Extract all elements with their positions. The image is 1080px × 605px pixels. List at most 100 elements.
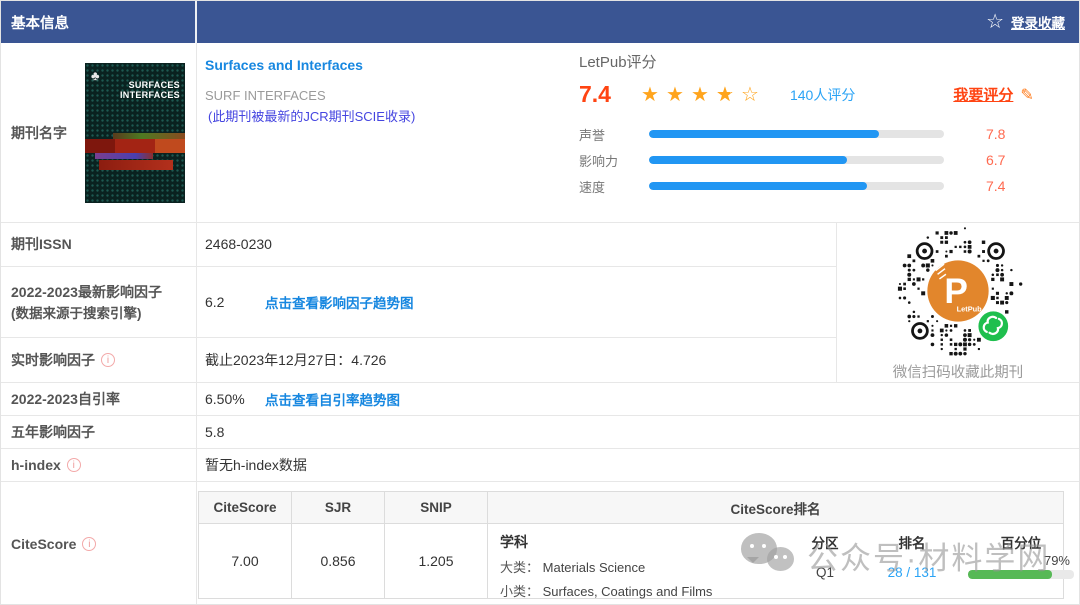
pencil-icon: ✎ — [1020, 86, 1034, 104]
five-year-if-row: 五年影响因子 5.8 — [1, 416, 1079, 449]
page-title: 基本信息 — [1, 1, 197, 43]
subject-title: 学科 — [500, 534, 528, 550]
self-citation-value: 6.50% — [205, 391, 245, 407]
major-category-label: 大类： — [500, 560, 540, 575]
journal-name-label: 期刊名字 — [11, 124, 67, 141]
wechat-qr-cell: P LetPub 微信扫码收藏此期刊 — [836, 223, 1079, 382]
quartile-column: 分区 Q1 — [790, 532, 860, 580]
percentile-text: 79% — [1043, 553, 1070, 568]
qr-code: P LetPub — [897, 227, 1023, 356]
realtime-if-row: 实时影响因子 i 截止2023年12月27日：4.726 — [1, 338, 836, 382]
rating-bar-row: 影响力 6.7 — [579, 147, 1069, 173]
issn-label: 期刊ISSN — [1, 223, 197, 266]
col-header-snip: SNIP — [385, 492, 488, 523]
percentile-fill — [968, 570, 1052, 579]
journal-title-link[interactable]: Surfaces and Interfaces — [205, 57, 415, 73]
cover-art-band — [99, 159, 173, 170]
wechat-miniprogram-icon — [976, 309, 1010, 343]
qr-position-marker — [911, 322, 929, 340]
journal-name-label-cell: 期刊名字 ♣ SURFACES INTERFACES — [1, 43, 197, 222]
cover-art-stripe — [95, 152, 153, 159]
bar-label: 速度 — [579, 179, 606, 195]
bar-fill — [649, 130, 880, 138]
bar-fill — [649, 156, 847, 164]
minor-category-label: 小类： — [500, 584, 540, 599]
journal-info-page: 基本信息 ☆ 登录收藏 期刊名字 ♣ SURFACES INTERFACES S… — [0, 0, 1080, 605]
citescore-content: CiteScore SJR SNIP CiteScore排名 7.00 0.85… — [197, 482, 1079, 604]
five-year-if-value: 5.8 — [205, 424, 225, 440]
self-citation-row: 2022-2023自引率 6.50% 点击查看自引率趋势图 — [1, 383, 1079, 416]
five-year-if-label: 五年影响因子 — [1, 416, 197, 448]
sjr-value: 0.856 — [292, 524, 385, 598]
header-bar: 基本信息 ☆ 登录收藏 — [1, 1, 1079, 43]
impact-factor-value: 6.2 — [205, 294, 225, 310]
bar-value: 7.4 — [986, 178, 1006, 194]
rating-bar-row: 声誉 7.8 — [579, 121, 1069, 147]
votes-count-link[interactable]: 140人评分 — [790, 85, 855, 105]
impact-factor-trend-link[interactable]: 点击查看影响因子趋势图 — [265, 292, 414, 312]
cover-title-text: SURFACES INTERFACES — [119, 79, 180, 101]
snip-value: 1.205 — [385, 524, 488, 598]
impact-factor-row: 2022-2023最新影响因子 (数据来源于搜索引擎) 6.2 点击查看影响因子… — [1, 266, 836, 339]
realtime-if-value: 截止2023年12月27日：4.726 — [205, 352, 387, 369]
self-citation-content: 6.50% 点击查看自引率趋势图 — [197, 383, 1079, 415]
minor-category-value: Surfaces, Coatings and Films — [542, 584, 713, 599]
bar-value: 7.8 — [986, 126, 1006, 142]
login-favorite-label: 登录收藏 — [1011, 16, 1065, 31]
rank-column: 排名 28 / 131 — [868, 532, 956, 580]
bar-value: 6.7 — [986, 152, 1006, 168]
citescore-value: 7.00 — [199, 524, 292, 598]
rate-button[interactable]: 我要评分 — [953, 84, 1013, 105]
middle-rows-wrap: 期刊ISSN 2468-0230 2022-2023最新影响因子 (数据来源于搜… — [1, 223, 1079, 383]
scie-indexed-note: (此期刊被最新的JCR期刊SCIE收录) — [208, 109, 416, 124]
rank-value-link[interactable]: 28 / 131 — [868, 565, 956, 580]
bar-label: 声誉 — [579, 127, 606, 143]
issn-value: 2468-0230 — [205, 236, 272, 253]
info-icon[interactable]: i — [101, 353, 115, 368]
quartile-value: Q1 — [815, 565, 834, 580]
impact-factor-content: 6.2 点击查看影响因子趋势图 — [197, 267, 836, 338]
self-citation-trend-link[interactable]: 点击查看自引率趋势图 — [265, 389, 400, 409]
rating-section-title: LetPub评分 — [579, 54, 657, 71]
bar-track — [649, 156, 944, 164]
svg-text:LetPub: LetPub — [957, 304, 983, 313]
bar-label: 影响力 — [579, 153, 619, 169]
realtime-if-label: 实时影响因子 i — [1, 338, 197, 382]
impact-factor-label: 2022-2023最新影响因子 (数据来源于搜索引擎) — [1, 266, 197, 338]
qr-caption: 微信扫码收藏此期刊 — [892, 365, 1024, 381]
journal-name-content-cell: Surfaces and Interfaces SURF INTERFACES … — [197, 43, 1079, 222]
qr-position-marker — [915, 242, 934, 260]
qr-position-marker — [987, 242, 1005, 260]
journal-cover-image: ♣ SURFACES INTERFACES — [85, 62, 185, 203]
h-index-label: h-index i — [1, 449, 197, 481]
citescore-table: CiteScore SJR SNIP CiteScore排名 7.00 0.85… — [198, 491, 1074, 600]
bar-track — [649, 182, 944, 190]
login-favorite-link[interactable]: ☆ 登录收藏 — [986, 12, 1079, 32]
h-index-row: h-index i 暂无h-index数据 — [1, 449, 1079, 482]
cover-art-band — [85, 138, 185, 153]
info-icon[interactable]: i — [82, 537, 97, 551]
citescore-label: CiteScore i — [1, 482, 197, 604]
bar-fill — [649, 182, 868, 190]
col-header-sjr: SJR — [292, 492, 385, 523]
rating-score: 7.4 — [579, 81, 611, 107]
info-icon[interactable]: i — [66, 458, 81, 472]
rating-bar-row: 速度 7.4 — [579, 173, 1069, 199]
journal-name-row: 期刊名字 ♣ SURFACES INTERFACES Surfaces and … — [1, 43, 1079, 223]
star-rating: ★★★★☆☆ — [640, 83, 759, 106]
self-citation-label: 2022-2023自引率 — [1, 383, 197, 415]
letpub-logo: P LetPub — [927, 260, 989, 322]
citescore-row: CiteScore i CiteScore SJR SNIP CiteScore… — [1, 482, 1079, 604]
journal-abbreviation: SURF INTERFACES — [205, 88, 326, 103]
star-icon: ☆ — [986, 11, 1004, 33]
issn-row: 期刊ISSN 2468-0230 — [1, 223, 836, 267]
letpub-rating-panel: LetPub评分 7.4 ★★★★☆☆ 140人评分 我要评分 ✎ 声誉 7.8 — [579, 51, 1069, 199]
col-header-citescore: CiteScore — [199, 492, 292, 523]
col-header-citescore-rank: CiteScore排名 — [730, 501, 821, 517]
percentile-column: 百分位 79% — [968, 532, 1074, 579]
subject-block: 学科 大类： Materials Science 小类： Surfaces, C… — [500, 532, 790, 600]
bar-track — [649, 130, 944, 138]
rating-bars: 声誉 7.8 影响力 6.7 速度 7.4 — [579, 121, 1069, 199]
major-category-value: Materials Science — [542, 560, 646, 575]
publisher-logo-icon: ♣ — [91, 67, 100, 83]
